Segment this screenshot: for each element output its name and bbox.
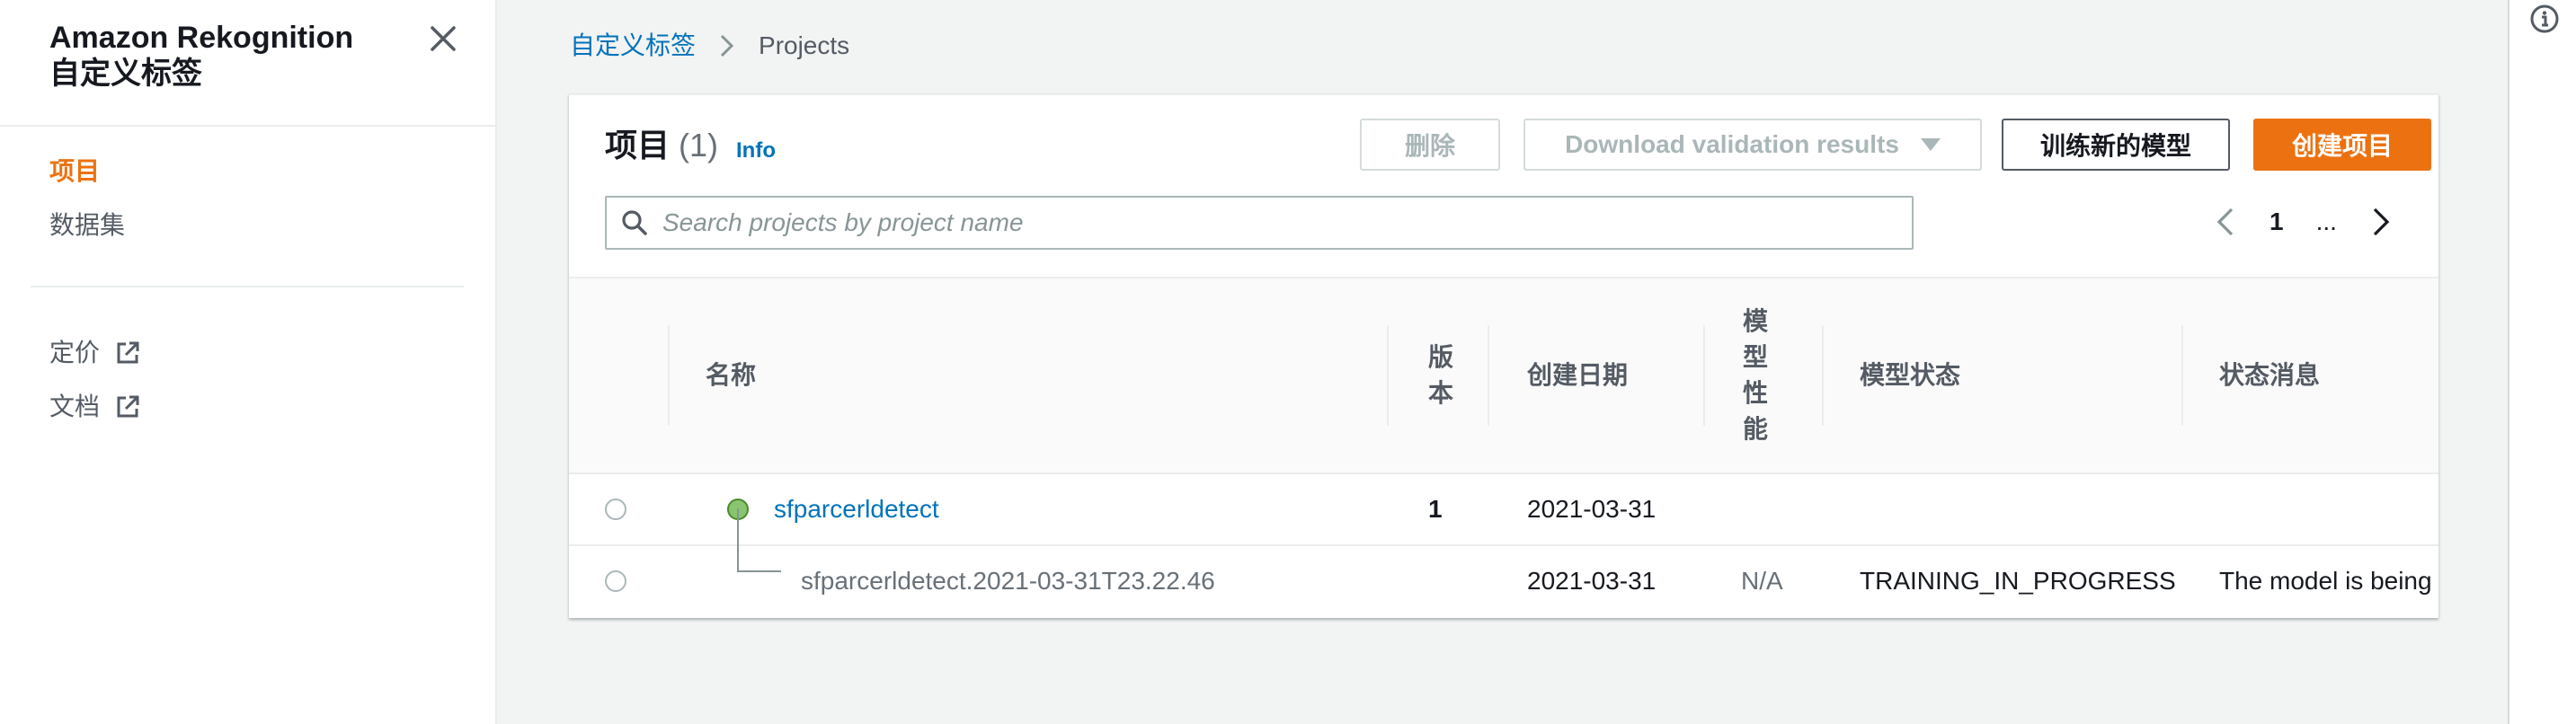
- service-title: Amazon Rekognition 自定义标签: [49, 20, 353, 92]
- row-select-radio[interactable]: [605, 499, 626, 520]
- cell-created: 2021-03-31: [1527, 495, 1657, 523]
- sidebar-divider: [0, 125, 497, 127]
- cell-status-message: The model is being: [2219, 567, 2432, 595]
- breadcrumb: 自定义标签 Projects: [570, 31, 849, 61]
- chevron-right-icon[interactable]: [2369, 207, 2393, 237]
- sidebar-link-label: 定价: [49, 339, 101, 366]
- breadcrumb-link-custom-labels[interactable]: 自定义标签: [570, 31, 696, 61]
- side-navigation: Amazon Rekognition 自定义标签 项目 数据集 定价 文档: [0, 0, 497, 724]
- cell-created: 2021-03-31: [1527, 567, 1657, 595]
- panel-title: 项目 (1): [605, 126, 718, 165]
- sidebar-item-datasets[interactable]: 数据集: [49, 210, 125, 241]
- info-link[interactable]: Info: [736, 138, 776, 163]
- service-title-line1: Amazon Rekognition: [49, 21, 354, 55]
- close-icon[interactable]: [424, 20, 462, 57]
- row-select-radio[interactable]: [605, 570, 626, 592]
- column-header-model-status[interactable]: 模型状态: [1860, 278, 1960, 472]
- column-divider: [668, 325, 670, 426]
- sidebar-item-label: 数据集: [49, 211, 126, 239]
- project-name-link[interactable]: sfparcerldetect: [774, 474, 939, 544]
- cell-version: 1: [1428, 495, 1443, 523]
- external-link-icon: [117, 341, 139, 364]
- chevron-left-icon[interactable]: [2214, 207, 2237, 237]
- model-version-name[interactable]: sfparcerldetect.2021-03-31T23.22.46: [801, 546, 1215, 616]
- train-new-model-button[interactable]: 训练新的模型: [2002, 119, 2230, 171]
- table-row: sfparcerldetect 1 2021-03-31: [569, 474, 2438, 546]
- panel-count: (1): [679, 127, 719, 163]
- page-number[interactable]: 1: [2270, 207, 2284, 236]
- breadcrumb-current: Projects: [759, 31, 850, 59]
- page-ellipsis: ...: [2315, 207, 2337, 235]
- column-header-version[interactable]: 版本: [1428, 278, 1457, 472]
- column-divider: [1488, 325, 1489, 426]
- column-divider: [1822, 325, 1824, 426]
- sidebar-link-label: 文档: [49, 393, 101, 420]
- download-button-label: Download validation results: [1565, 130, 1899, 158]
- search-field: [605, 196, 1914, 250]
- column-divider: [1387, 325, 1389, 426]
- delete-button[interactable]: 删除: [1360, 119, 1500, 171]
- service-title-line2: 自定义标签: [49, 57, 202, 91]
- column-divider: [2181, 325, 2183, 426]
- external-link-icon: [117, 395, 139, 418]
- column-divider: [1703, 325, 1705, 426]
- projects-table-panel: 项目 (1) Info 删除 Download validation resul…: [569, 93, 2438, 618]
- create-project-button[interactable]: 创建项目: [2253, 119, 2431, 171]
- column-header-performance[interactable]: 模型性能: [1743, 278, 1772, 472]
- sidebar-divider: [31, 286, 464, 287]
- table-row: sfparcerldetect.2021-03-31T23.22.46 2021…: [569, 546, 2438, 618]
- cell-model-status: TRAINING_IN_PROGRESS: [1860, 567, 2176, 595]
- search-input[interactable]: [661, 207, 1887, 238]
- sidebar-link-docs[interactable]: 文档: [49, 392, 141, 422]
- cell-performance: N/A: [1741, 567, 1783, 595]
- download-validation-results-button[interactable]: Download validation results: [1523, 119, 1982, 171]
- column-header-created[interactable]: 创建日期: [1527, 278, 1628, 472]
- info-circle-icon[interactable]: [2529, 4, 2560, 34]
- column-header-status-message[interactable]: 状态消息: [2219, 278, 2320, 472]
- sidebar-link-pricing[interactable]: 定价: [49, 338, 141, 368]
- sidebar-item-label: 项目: [49, 157, 101, 185]
- chevron-right-icon: [720, 34, 734, 57]
- search-icon: [622, 210, 647, 235]
- panel-title-text: 项目: [605, 127, 671, 163]
- column-header-name[interactable]: 名称: [706, 278, 756, 472]
- pagination: 1 ...: [2214, 199, 2393, 244]
- help-panel-rail: [2508, 0, 2576, 724]
- caret-down-icon: [1920, 138, 1941, 151]
- table-header: 名称 版本 创建日期 模型性能 模型状态 状态消息: [569, 277, 2438, 474]
- sidebar-item-projects[interactable]: 项目: [49, 156, 100, 187]
